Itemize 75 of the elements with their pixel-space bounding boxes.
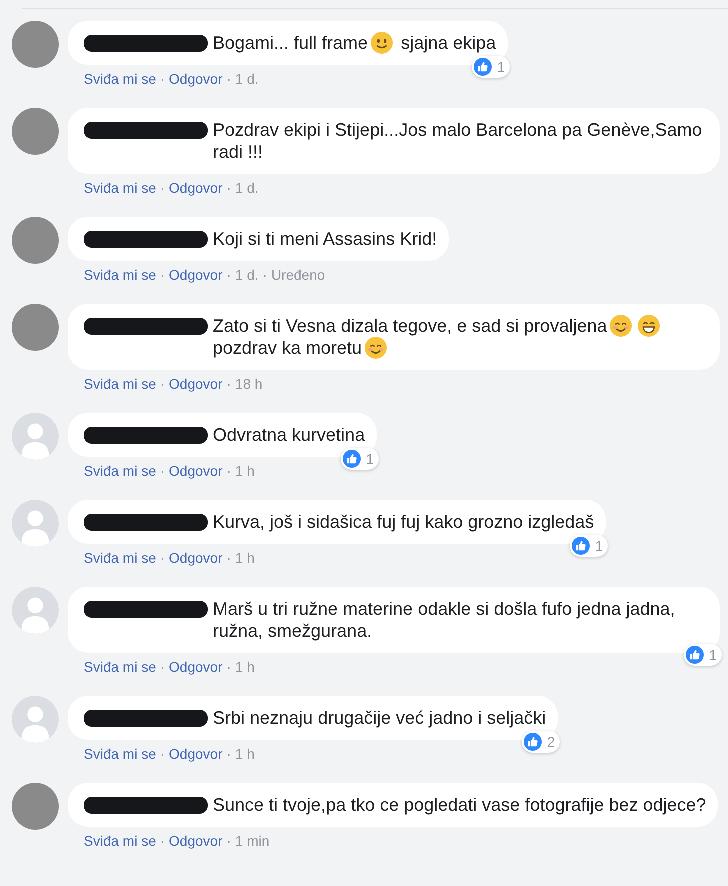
separator-dot: · xyxy=(226,462,232,480)
smiley-icon xyxy=(371,32,394,54)
thumbs-up-icon xyxy=(343,450,362,468)
avatar-photo-placeholder[interactable] xyxy=(12,21,59,68)
comment-action-link[interactable]: Odgovor xyxy=(169,179,223,197)
comment-timestamp: 1 h xyxy=(235,462,255,480)
smiley-icon xyxy=(610,315,632,337)
separator-dot: · xyxy=(226,70,232,88)
thumbs-up-icon xyxy=(686,646,704,664)
reaction-count[interactable]: 1 xyxy=(570,535,608,557)
separator-dot: · xyxy=(160,658,166,676)
comment-timestamp: Uređeno xyxy=(271,266,326,284)
separator-dot: · xyxy=(160,462,166,480)
separator-dot: · xyxy=(160,179,166,197)
thumbs-up-icon xyxy=(572,537,590,555)
comment-action-link[interactable]: Sviđa mi se xyxy=(84,179,156,197)
separator-dot: · xyxy=(160,70,166,88)
separator-dot: · xyxy=(226,375,232,393)
comment-timestamp: 1 h xyxy=(235,745,255,763)
comment-action-link[interactable]: Odgovor xyxy=(169,375,223,393)
avatar-photo-placeholder[interactable] xyxy=(12,783,59,830)
thumbs-up-icon xyxy=(474,58,492,76)
avatar-photo-placeholder[interactable] xyxy=(12,304,59,351)
separator-dot: · xyxy=(226,832,232,850)
comment-action-link[interactable]: Sviđa mi se xyxy=(84,375,156,393)
separator-dot: · xyxy=(160,745,166,763)
comment-timestamp: 1 d. xyxy=(235,266,259,284)
comment-action-link[interactable]: Sviđa mi se xyxy=(84,266,156,284)
comment-action-link[interactable]: Sviđa mi se xyxy=(84,745,156,763)
avatar-photo-placeholder[interactable] xyxy=(12,108,59,155)
comment-timestamp: 1 d. xyxy=(235,70,259,88)
comment-action-link[interactable]: Odgovor xyxy=(169,832,223,850)
avatar-photo-placeholder[interactable] xyxy=(12,217,59,264)
comment-text: Zato si ti Vesna dizala tegove, e sad si provaljena pozdrav ka moretu xyxy=(213,315,708,359)
separator-dot: · xyxy=(226,658,232,676)
reaction-count[interactable]: 1 xyxy=(472,56,510,78)
comment-timestamp: 1 min xyxy=(235,832,270,850)
separator-dot: · xyxy=(160,266,166,284)
comment-text: Sunce ti tvoje,pa tko ce pogledati vase fotografije bez odjece? xyxy=(213,794,706,816)
comment-action-link[interactable]: Sviđa mi se xyxy=(84,658,156,676)
comment-text: Pozdrav ekipi i Stijepi...Jos malo Barcelona pa Genève,Samo radi !!! xyxy=(213,119,704,163)
comment-text: Koji si ti meni Assasins Krid! xyxy=(213,228,438,250)
separator-dot: · xyxy=(262,266,268,284)
separator-dot: · xyxy=(226,179,232,197)
reaction-count[interactable]: 2 xyxy=(522,731,560,753)
smiley-icon xyxy=(365,337,388,359)
comment-action-link[interactable]: Odgovor xyxy=(169,266,223,284)
comment-action-link[interactable]: Sviđa mi se xyxy=(84,549,156,567)
comment-text: Srbi neznaju drugačije već jadno i seljački xyxy=(213,707,546,729)
reaction-count[interactable]: 1 xyxy=(341,448,380,470)
comment-timestamp: 1 h xyxy=(235,549,255,567)
comment-timestamp: 1 d. xyxy=(235,179,259,197)
comment-action-link[interactable]: Odgovor xyxy=(169,462,223,480)
reaction-count[interactable]: 1 xyxy=(684,644,722,666)
comment-action-link[interactable]: Sviđa mi se xyxy=(84,70,156,88)
separator-dot: · xyxy=(160,832,166,850)
comment-text: Bogami... full frame sjajna ekipa xyxy=(213,32,496,54)
comment-text: Kurva, još i sidašica fuj fuj kako grozno izgledaš xyxy=(213,511,594,533)
comment-action-link[interactable]: Odgovor xyxy=(169,745,223,763)
comment-timestamp: 18 h xyxy=(235,375,263,393)
comment-action-link[interactable]: Odgovor xyxy=(169,658,223,676)
comment-action-link[interactable]: Sviđa mi se xyxy=(84,462,156,480)
comment-action-link[interactable]: Sviđa mi se xyxy=(84,832,156,850)
smiley-icon xyxy=(638,315,660,337)
separator-dot: · xyxy=(160,549,166,567)
separator-dot: · xyxy=(160,375,166,393)
separator-dot: · xyxy=(226,266,232,284)
comment-timestamp: 1 h xyxy=(235,658,255,676)
comment-text: Marš u tri ružne materine odakle si došla fufo jedna jadna, ružna, smežgurana. xyxy=(213,598,676,642)
separator-dot: · xyxy=(226,549,232,567)
comment-action-link[interactable]: Odgovor xyxy=(169,549,223,567)
comment-action-link[interactable]: Odgovor xyxy=(169,70,223,88)
separator-dot: · xyxy=(226,745,232,763)
thumbs-up-icon xyxy=(524,733,542,751)
comment-text: Odvratna kurvetina xyxy=(213,424,366,446)
